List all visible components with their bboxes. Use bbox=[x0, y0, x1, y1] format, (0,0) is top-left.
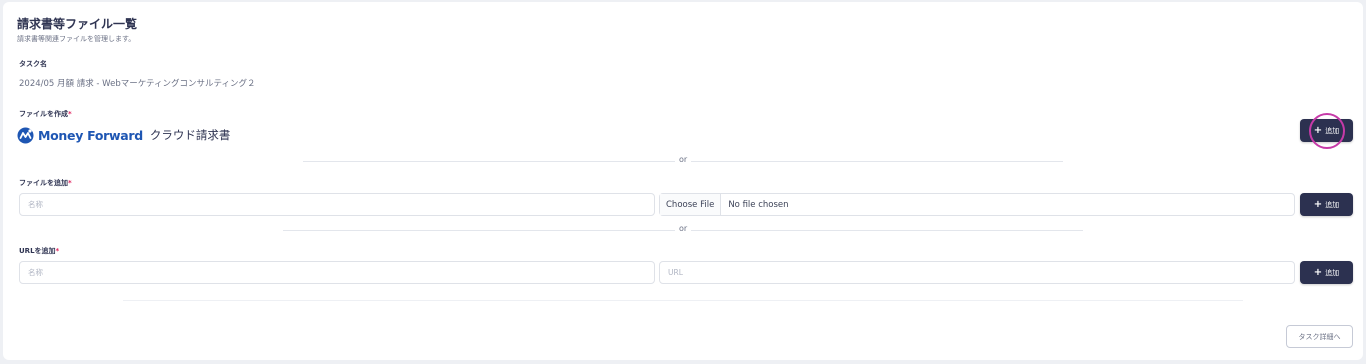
required-mark: * bbox=[68, 179, 72, 187]
plus-icon: + bbox=[1313, 266, 1323, 278]
url-input[interactable]: URL bbox=[659, 261, 1295, 284]
file-name-input[interactable]: 名称 bbox=[19, 193, 655, 216]
or-separator: or bbox=[675, 224, 692, 233]
task-name-value: 2024/05 月額 請求 - Webマーケティングコンサルティング２ bbox=[19, 79, 256, 89]
or-separator: or bbox=[675, 155, 692, 164]
required-mark: * bbox=[68, 110, 72, 118]
add-file-button[interactable]: + 追加 bbox=[1300, 193, 1353, 216]
money-forward-logo-icon bbox=[17, 127, 34, 143]
file-chooser[interactable]: Choose File No file chosen bbox=[659, 193, 1295, 216]
task-name-label-text: タスク名 bbox=[19, 60, 47, 68]
add-file-label: ファイルを追加* bbox=[19, 178, 72, 188]
logo-brand-text: Money Forward bbox=[38, 127, 143, 143]
task-name-label: タスク名 bbox=[19, 59, 47, 69]
file-name-placeholder: 名称 bbox=[28, 200, 43, 209]
add-file-button-label: 追加 bbox=[1325, 200, 1340, 209]
page-subtitle: 請求書等関連ファイルを管理します。 bbox=[17, 35, 136, 43]
logo-product-text: クラウド請求書 bbox=[149, 128, 231, 142]
create-file-label: ファイルを作成* bbox=[19, 109, 72, 119]
file-list-card: 請求書等ファイル一覧 請求書等関連ファイルを管理します。 タスク名 2024/0… bbox=[3, 2, 1363, 360]
money-forward-logo: Money Forward クラウド請求書 bbox=[17, 125, 230, 145]
add-url-button-label: 追加 bbox=[1325, 268, 1340, 277]
page-title: 請求書等ファイル一覧 bbox=[17, 17, 138, 31]
add-url-button[interactable]: + 追加 bbox=[1300, 261, 1353, 284]
add-file-label-text: ファイルを追加 bbox=[19, 179, 68, 187]
choose-file-button[interactable]: Choose File bbox=[660, 194, 722, 215]
add-url-label-text: URLを追加 bbox=[19, 247, 56, 255]
click-highlight-ring bbox=[1309, 113, 1345, 149]
divider-line bbox=[123, 300, 1243, 301]
required-mark: * bbox=[55, 247, 60, 255]
url-placeholder: URL bbox=[668, 268, 683, 277]
url-name-placeholder: 名称 bbox=[28, 268, 43, 277]
plus-icon: + bbox=[1313, 198, 1323, 210]
add-url-label: URLを追加* bbox=[19, 246, 59, 256]
url-name-input[interactable]: 名称 bbox=[19, 261, 655, 284]
create-file-label-text: ファイルを作成 bbox=[19, 110, 68, 118]
file-status-text: No file chosen bbox=[728, 199, 789, 210]
task-detail-button[interactable]: タスク詳細へ bbox=[1286, 325, 1353, 348]
